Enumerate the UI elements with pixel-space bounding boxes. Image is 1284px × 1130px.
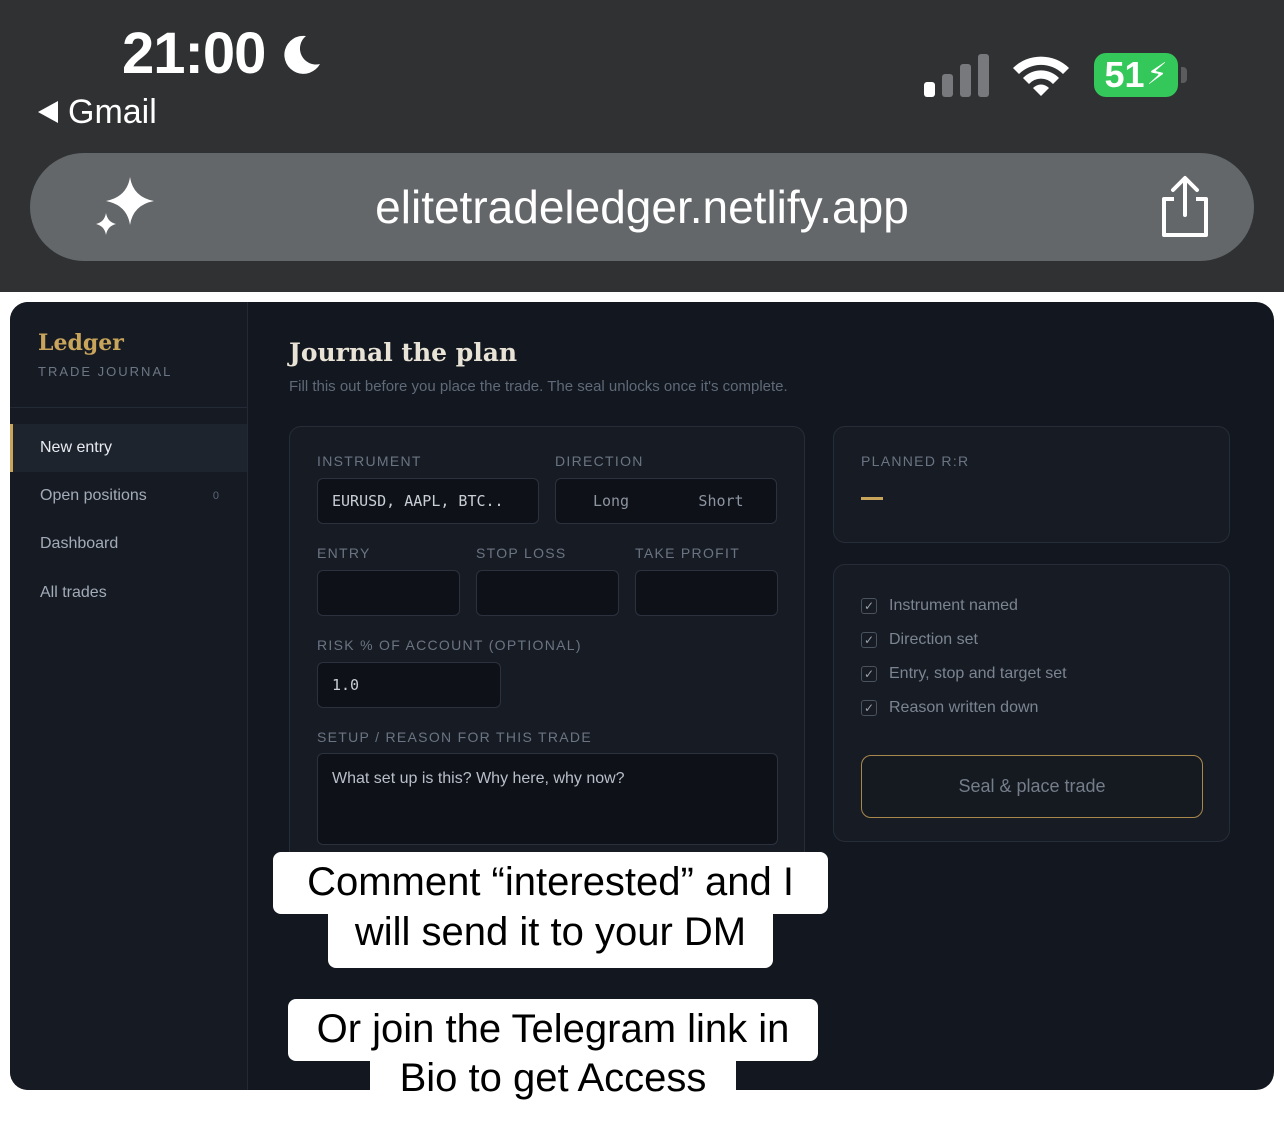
back-to-gmail[interactable]: Gmail bbox=[38, 92, 157, 132]
page-subtitle: Fill this out before you place the trade… bbox=[289, 378, 788, 395]
direction-long-option[interactable]: Long bbox=[556, 479, 666, 523]
sidebar: Ledger TRADE JOURNAL New entry Open posi… bbox=[10, 302, 248, 1090]
battery-nub bbox=[1181, 67, 1187, 83]
direction-toggle: Long Short bbox=[555, 478, 777, 524]
url-bar[interactable]: elitetradeledger.netlify.app bbox=[30, 153, 1254, 261]
status-time: 21:00 bbox=[122, 21, 266, 86]
checklist-item: ✓ Direction set bbox=[861, 631, 978, 649]
sidebar-divider bbox=[10, 407, 248, 408]
risk-input[interactable]: 1.0 bbox=[317, 662, 501, 708]
stop-loss-label: STOP LOSS bbox=[476, 545, 567, 561]
checklist-item-label: Instrument named bbox=[889, 597, 1018, 614]
planned-rr-empty-dash bbox=[861, 497, 883, 500]
checklist-item: ✓ Instrument named bbox=[861, 597, 1018, 615]
cellular-signal-icon bbox=[924, 54, 989, 97]
checklist-item-label: Direction set bbox=[889, 631, 978, 648]
back-app-label: Gmail bbox=[68, 93, 157, 131]
checklist-item: ✓ Entry, stop and target set bbox=[861, 665, 1067, 683]
share-icon[interactable] bbox=[1154, 175, 1216, 239]
moon-icon bbox=[284, 35, 320, 74]
sidebar-item-dashboard[interactable]: Dashboard bbox=[10, 520, 247, 568]
setup-label: SETUP / REASON FOR THIS TRADE bbox=[317, 729, 592, 745]
checklist-item-label: Entry, stop and target set bbox=[889, 665, 1067, 682]
ios-status-and-url-bar: 21:00 Gmail 51 ⚡ elitetradeledger.netlif… bbox=[0, 0, 1284, 292]
checklist-card: ✓ Instrument named ✓ Direction set ✓ Ent… bbox=[833, 564, 1230, 842]
page-title: Journal the plan bbox=[289, 338, 518, 367]
back-triangle-icon bbox=[38, 101, 58, 123]
trade-plan-form: INSTRUMENT EURUSD, AAPL, BTC.. DIRECTION… bbox=[289, 426, 805, 896]
stop-loss-input[interactable] bbox=[476, 570, 619, 616]
check-icon: ✓ bbox=[861, 666, 877, 682]
sidebar-item-new-entry[interactable]: New entry bbox=[10, 424, 247, 472]
caption-line-1a: Comment “interested” and I bbox=[273, 852, 828, 914]
instrument-label: INSTRUMENT bbox=[317, 453, 422, 469]
battery-indicator: 51 ⚡ bbox=[1094, 53, 1178, 97]
instrument-input[interactable]: EURUSD, AAPL, BTC.. bbox=[317, 478, 539, 524]
checklist-item: ✓ Reason written down bbox=[861, 699, 1038, 717]
take-profit-label: TAKE PROFIT bbox=[635, 545, 741, 561]
main-content: Journal the plan Fill this out before yo… bbox=[248, 302, 1274, 1090]
sidebar-item-open-positions[interactable]: Open positions 0 bbox=[10, 472, 247, 520]
take-profit-input[interactable] bbox=[635, 570, 778, 616]
checklist-item-label: Reason written down bbox=[889, 699, 1039, 716]
entry-input[interactable] bbox=[317, 570, 460, 616]
battery-level: 51 bbox=[1104, 54, 1145, 95]
url-text[interactable]: elitetradeledger.netlify.app bbox=[30, 153, 1254, 261]
sidebar-item-label: New entry bbox=[40, 439, 113, 456]
brand-subtitle: TRADE JOURNAL bbox=[38, 364, 173, 379]
direction-label: DIRECTION bbox=[555, 453, 644, 469]
open-positions-count: 0 bbox=[212, 490, 219, 502]
check-icon: ✓ bbox=[861, 632, 877, 648]
sidebar-item-label: All trades bbox=[40, 584, 107, 601]
risk-label: RISK % OF ACCOUNT (OPTIONAL) bbox=[317, 637, 582, 653]
brand-title: Ledger bbox=[38, 330, 124, 356]
sidebar-item-label: Open positions bbox=[40, 487, 147, 504]
direction-short-option[interactable]: Short bbox=[666, 479, 776, 523]
setup-reason-textarea[interactable]: What set up is this? Why here, why now? bbox=[317, 753, 778, 845]
check-icon: ✓ bbox=[861, 598, 877, 614]
check-icon: ✓ bbox=[861, 700, 877, 716]
caption-line-1b: will send it to your DM bbox=[328, 906, 773, 968]
caption-line-2b: Bio to get Access bbox=[370, 1052, 736, 1114]
planned-rr-card: PLANNED R:R bbox=[833, 426, 1230, 543]
planned-rr-label: PLANNED R:R bbox=[861, 453, 970, 469]
seal-place-trade-button[interactable]: Seal & place trade bbox=[861, 755, 1203, 818]
entry-label: ENTRY bbox=[317, 545, 371, 561]
wifi-icon bbox=[1013, 56, 1069, 96]
sidebar-item-all-trades[interactable]: All trades bbox=[10, 569, 247, 617]
app-window: Ledger TRADE JOURNAL New entry Open posi… bbox=[10, 302, 1274, 1090]
sidebar-item-label: Dashboard bbox=[40, 535, 119, 552]
charging-bolt-icon: ⚡ bbox=[1146, 58, 1168, 91]
